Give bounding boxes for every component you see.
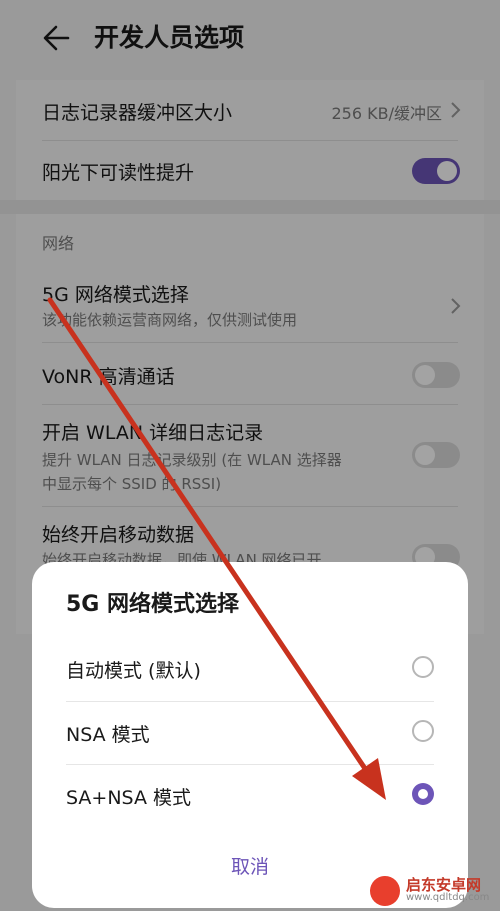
option-sa-nsa[interactable]: SA+NSA 模式 (32, 765, 468, 827)
radio-unselected-icon[interactable] (412, 656, 434, 678)
mode-5g-dialog: 5G 网络模式选择 自动模式 (默认) NSA 模式 SA+NSA 模式 取消 (32, 562, 468, 908)
option-auto[interactable]: 自动模式 (默认) (32, 638, 468, 700)
option-nsa[interactable]: NSA 模式 (32, 702, 468, 764)
option-label: NSA 模式 (66, 724, 150, 746)
watermark-url: www.qdltdq.com (406, 892, 490, 903)
radio-selected-icon[interactable] (412, 783, 434, 805)
radio-unselected-icon[interactable] (412, 720, 434, 742)
dialog-title: 5G 网络模式选择 (66, 592, 240, 617)
option-label: 自动模式 (默认) (66, 660, 201, 682)
watermark-logo-icon (370, 876, 400, 906)
option-label: SA+NSA 模式 (66, 787, 191, 809)
watermark: 启东安卓网 www.qdltdq.com (370, 874, 496, 908)
